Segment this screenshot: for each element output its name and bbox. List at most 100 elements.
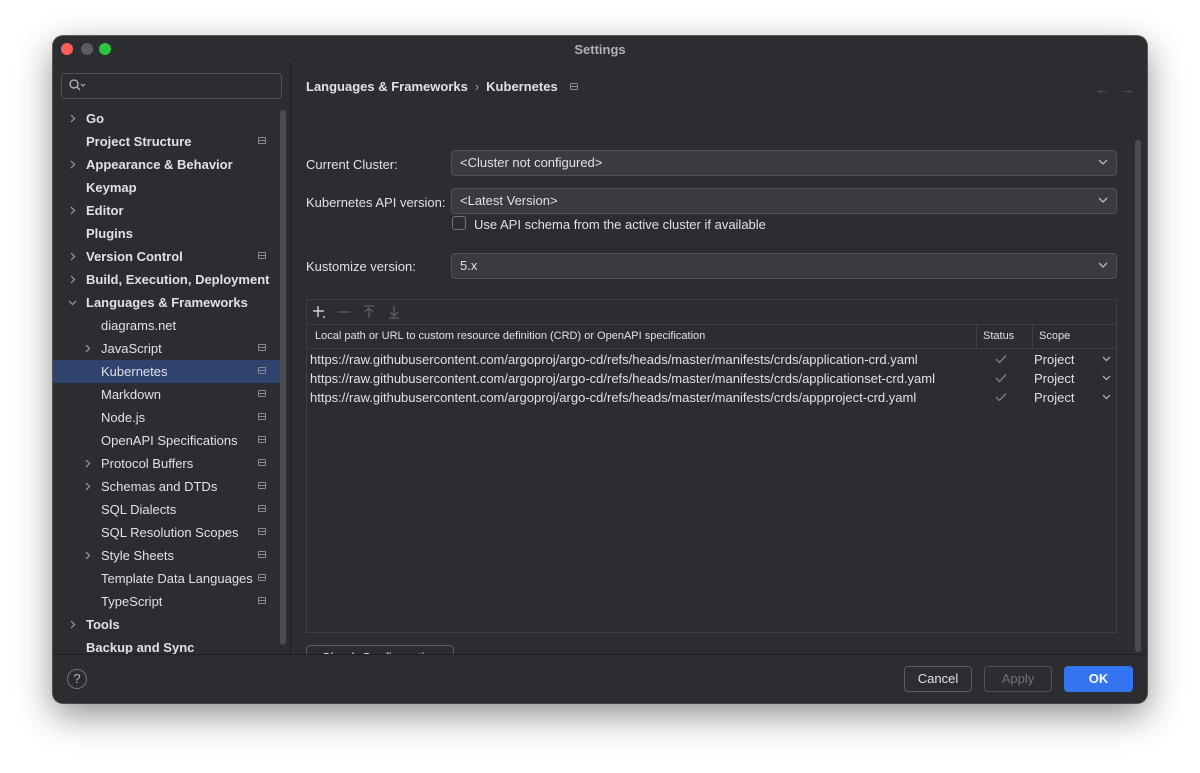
current-cluster-value: <Cluster not configured>: [460, 155, 603, 170]
chevron-right-icon[interactable]: [83, 344, 92, 353]
title-bar: Settings: [53, 36, 1147, 62]
breadcrumb-separator: ›: [474, 79, 480, 94]
sidebar-item[interactable]: Keymap: [53, 176, 283, 199]
back-arrow-icon[interactable]: ←: [1095, 81, 1109, 97]
sidebar-item[interactable]: Version Control: [53, 245, 283, 268]
crd-table-header: Local path or URL to custom resource def…: [307, 324, 1116, 349]
sidebar-item-label: Tools: [86, 617, 120, 632]
sidebar-item[interactable]: OpenAPI Specifications: [53, 429, 283, 452]
sidebar-item[interactable]: Schemas and DTDs: [53, 475, 283, 498]
current-cluster-label: Current Cluster:: [306, 157, 398, 172]
sidebar-item[interactable]: Template Data Languages: [53, 567, 283, 590]
search-input[interactable]: [61, 73, 282, 99]
content-scrollbar[interactable]: [1135, 140, 1141, 652]
ok-button[interactable]: OK: [1064, 666, 1133, 692]
chevron-right-icon[interactable]: [68, 252, 77, 261]
sidebar-item[interactable]: Style Sheets: [53, 544, 283, 567]
sidebar-item[interactable]: Project Structure: [53, 130, 283, 153]
remove-icon[interactable]: [337, 305, 351, 319]
kustomize-version-dropdown[interactable]: 5.x: [451, 253, 1117, 279]
sidebar-item[interactable]: Plugins: [53, 222, 283, 245]
chevron-right-icon[interactable]: [68, 620, 77, 629]
project-scope-icon: [258, 574, 266, 581]
project-scope-icon: [258, 505, 266, 512]
scope-value[interactable]: Project: [1034, 352, 1074, 367]
sidebar-item[interactable]: Go: [53, 107, 283, 130]
cancel-button[interactable]: Cancel: [904, 666, 972, 692]
api-version-dropdown[interactable]: <Latest Version>: [451, 188, 1117, 214]
chevron-right-icon[interactable]: [68, 114, 77, 123]
sidebar-item[interactable]: Node.js: [53, 406, 283, 429]
api-schema-checkbox-label[interactable]: Use API schema from the active cluster i…: [474, 217, 766, 232]
apply-button[interactable]: Apply: [984, 666, 1052, 692]
search-icon: [69, 79, 85, 91]
api-schema-checkbox[interactable]: [452, 216, 466, 230]
table-row[interactable]: https://raw.githubusercontent.com/argopr…: [307, 388, 1116, 407]
sidebar-item-label: Template Data Languages: [101, 571, 253, 586]
crd-url: https://raw.githubusercontent.com/argopr…: [310, 352, 918, 367]
api-version-label: Kubernetes API version:: [306, 195, 446, 210]
help-button[interactable]: ?: [67, 669, 87, 689]
window-title: Settings: [574, 42, 626, 57]
forward-arrow-icon[interactable]: →: [1120, 81, 1134, 97]
sidebar-item[interactable]: Protocol Buffers: [53, 452, 283, 475]
sidebar-item-label: Project Structure: [86, 134, 192, 149]
sidebar-item-label: Node.js: [101, 410, 146, 425]
settings-sidebar: Go Project Structure Appearance & Behavior…: [53, 62, 291, 655]
chevron-right-icon[interactable]: [83, 482, 92, 491]
project-scope-icon: [258, 390, 266, 397]
current-cluster-dropdown[interactable]: <Cluster not configured>: [451, 150, 1117, 176]
sidebar-item[interactable]: SQL Resolution Scopes: [53, 521, 283, 544]
scope-value[interactable]: Project: [1034, 371, 1074, 386]
chevron-down-icon[interactable]: [1102, 356, 1111, 362]
scope-value[interactable]: Project: [1034, 390, 1074, 405]
sidebar-item[interactable]: diagrams.net: [53, 314, 283, 337]
sidebar-item-label: TypeScript: [101, 594, 163, 609]
chevron-right-icon[interactable]: [68, 160, 77, 169]
status-column-header[interactable]: Status: [983, 324, 1014, 348]
chevron-right-icon[interactable]: [68, 275, 77, 284]
settings-content: Languages & Frameworks › Kubernetes ← → Cu…: [291, 62, 1147, 684]
kustomize-version-value: 5.x: [460, 258, 478, 273]
sidebar-item[interactable]: Markdown: [53, 383, 283, 406]
sidebar-item[interactable]: TypeScript: [53, 590, 283, 613]
sidebar-item-label: Build, Execution, Deployment: [86, 272, 270, 287]
project-scope-icon: [258, 436, 266, 443]
sidebar-item[interactable]: Editor: [53, 199, 283, 222]
crd-url: https://raw.githubusercontent.com/argopr…: [310, 371, 936, 386]
sidebar-item-label: Schemas and DTDs: [101, 479, 218, 494]
path-column-header[interactable]: Local path or URL to custom resource def…: [315, 324, 705, 348]
table-row[interactable]: https://raw.githubusercontent.com/argopr…: [307, 350, 1116, 369]
move-up-icon[interactable]: [362, 305, 376, 319]
sidebar-item-label: Plugins: [86, 226, 133, 241]
sidebar-item-label: Appearance & Behavior: [86, 157, 233, 172]
table-row[interactable]: https://raw.githubusercontent.com/argopr…: [307, 369, 1116, 388]
chevron-right-icon[interactable]: [83, 551, 92, 560]
sidebar-item[interactable]: Build, Execution, Deployment: [53, 268, 283, 291]
checkmark-icon: [995, 393, 1007, 402]
sidebar-item[interactable]: Kubernetes: [53, 360, 283, 383]
breadcrumb-parent[interactable]: Languages & Frameworks: [306, 79, 468, 94]
crd-table-panel: Local path or URL to custom resource def…: [306, 299, 1117, 633]
move-down-icon[interactable]: [387, 305, 401, 319]
sidebar-item-label: Markdown: [101, 387, 161, 402]
breadcrumb: Languages & Frameworks › Kubernetes: [306, 79, 578, 94]
sidebar-scrollbar[interactable]: [280, 110, 286, 645]
scope-column-header[interactable]: Scope: [1039, 324, 1070, 348]
sidebar-item[interactable]: SQL Dialects: [53, 498, 283, 521]
chevron-down-icon[interactable]: [68, 298, 77, 307]
sidebar-item-label: SQL Resolution Scopes: [101, 525, 239, 540]
sidebar-item[interactable]: JavaScript: [53, 337, 283, 360]
sidebar-item[interactable]: Tools: [53, 613, 283, 636]
project-scope-icon: [258, 367, 266, 374]
chevron-right-icon[interactable]: [83, 459, 92, 468]
chevron-down-icon[interactable]: [1102, 394, 1111, 400]
chevron-down-icon[interactable]: [1102, 375, 1111, 381]
kustomize-version-label: Kustomize version:: [306, 259, 416, 274]
add-icon[interactable]: [312, 305, 326, 319]
chevron-right-icon[interactable]: [68, 206, 77, 215]
sidebar-item[interactable]: Appearance & Behavior: [53, 153, 283, 176]
sidebar-item[interactable]: Languages & Frameworks: [53, 291, 283, 314]
project-scope-icon: [258, 459, 266, 466]
sidebar-item-label: diagrams.net: [101, 318, 177, 333]
